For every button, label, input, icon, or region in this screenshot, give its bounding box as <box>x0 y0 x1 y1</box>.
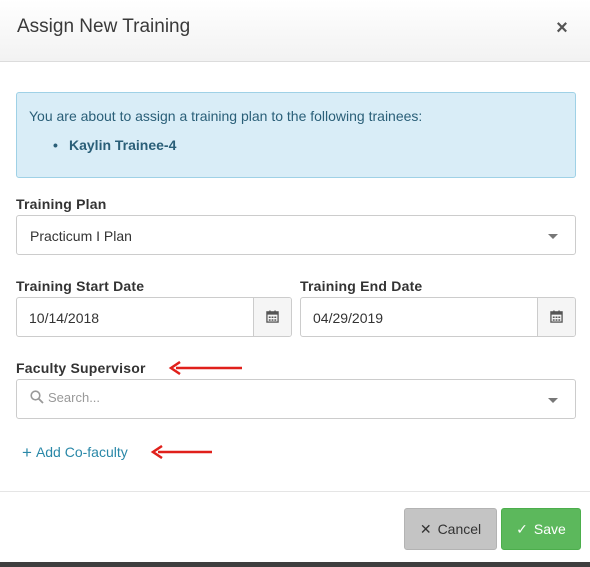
trainee-name: Kaylin Trainee-4 <box>69 137 177 153</box>
start-date-field[interactable]: 10/14/2018 <box>16 297 292 337</box>
end-date-label: Training End Date <box>300 278 423 294</box>
start-date-picker-button[interactable] <box>253 298 291 336</box>
add-cofaculty-link[interactable]: + Add Co-faculty <box>22 442 128 462</box>
training-plan-value: Practicum I Plan <box>30 228 132 244</box>
modal-header: Assign New Training × <box>0 0 590 62</box>
save-button[interactable]: ✓ Save <box>501 508 581 550</box>
end-date-value: 04/29/2019 <box>313 310 384 326</box>
add-cofaculty-label: Add Co-faculty <box>35 444 128 460</box>
start-date-label: Training Start Date <box>16 278 145 294</box>
end-date-picker-button[interactable] <box>537 298 575 336</box>
trainee-info-alert: You are about to assign a training plan … <box>16 92 576 178</box>
faculty-supervisor-select[interactable]: Search... <box>16 379 576 419</box>
start-date-value: 10/14/2018 <box>29 310 100 326</box>
modal-title: Assign New Training <box>17 16 191 37</box>
check-icon: ✓ <box>516 520 528 537</box>
training-plan-select[interactable]: Practicum I Plan <box>16 215 576 255</box>
bullet-icon: • <box>53 137 58 153</box>
list-item: • Kaylin Trainee-4 <box>53 137 176 153</box>
plus-icon: + <box>22 443 32 462</box>
trainee-list: • Kaylin Trainee-4 <box>53 137 176 153</box>
close-button[interactable]: × <box>551 16 573 40</box>
red-arrow-icon <box>150 445 212 459</box>
info-message: You are about to assign a training plan … <box>29 108 423 124</box>
training-plan-label: Training Plan <box>16 196 107 212</box>
chevron-down-icon <box>548 234 558 239</box>
search-placeholder: Search... <box>48 390 101 405</box>
chevron-down-icon <box>548 398 558 403</box>
search-icon <box>30 390 44 404</box>
close-icon: ✕ <box>419 520 432 537</box>
assign-training-modal: Assign New Training × You are about to a… <box>0 0 590 567</box>
calendar-icon <box>266 310 279 323</box>
close-icon: × <box>556 17 568 39</box>
red-arrow-icon <box>168 361 242 375</box>
save-label: Save <box>533 521 566 537</box>
cancel-button[interactable]: ✕ Cancel <box>404 508 497 550</box>
cancel-label: Cancel <box>437 521 482 537</box>
faculty-supervisor-label: Faculty Supervisor <box>16 360 146 376</box>
backdrop-edge <box>0 562 590 567</box>
calendar-icon <box>550 310 563 323</box>
end-date-field[interactable]: 04/29/2019 <box>300 297 576 337</box>
